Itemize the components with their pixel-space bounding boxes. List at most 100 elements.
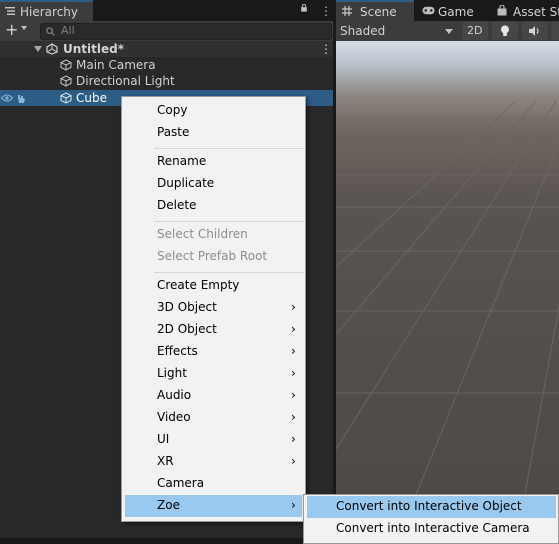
shopping-bag-icon: [497, 5, 507, 16]
unity-scene-icon: [46, 43, 58, 55]
hierarchy-item[interactable]: Directional Light: [0, 73, 333, 89]
panel-bottom-edge: [0, 538, 333, 544]
tab-hierarchy[interactable]: Hierarchy: [0, 0, 93, 21]
hierarchy-item-label: Cube: [76, 91, 107, 105]
effects-toggle-button[interactable]: [551, 22, 559, 40]
menu-item-ui[interactable]: UI ›: [125, 429, 302, 451]
menu-item-duplicate[interactable]: Duplicate: [125, 173, 302, 195]
chevron-right-icon: ›: [291, 322, 296, 336]
menu-item-label: Copy: [157, 103, 188, 117]
menu-item-xr[interactable]: XR ›: [125, 451, 302, 473]
search-input[interactable]: All: [40, 23, 332, 40]
audio-toggle-button[interactable]: [522, 22, 548, 40]
context-menu: Copy Paste Rename Duplicate Delete Selec…: [121, 96, 306, 522]
menu-item-effects[interactable]: Effects ›: [125, 341, 302, 363]
shading-mode-dropdown[interactable]: Shaded: [336, 21, 456, 41]
menu-item-3d-object[interactable]: 3D Object ›: [125, 297, 302, 319]
lighting-toggle-button[interactable]: [492, 22, 518, 40]
scene-options-icon[interactable]: ⋮: [320, 42, 332, 56]
chevron-right-icon: ›: [291, 300, 296, 314]
menu-item-label: Select Prefab Root: [157, 249, 268, 263]
menu-separator: [154, 221, 304, 222]
menu-item-select-prefab-root: Select Prefab Root: [125, 246, 302, 268]
menu-item-label: Video: [157, 410, 191, 424]
scene-ground-grid: [336, 100, 559, 544]
zoe-submenu: Convert into Interactive Object Convert …: [303, 494, 559, 544]
menu-item-paste[interactable]: Paste: [125, 122, 302, 144]
menu-item-label: Create Empty: [157, 278, 240, 292]
chevron-right-icon: ›: [291, 388, 296, 402]
lightbulb-icon: [501, 25, 509, 36]
chevron-right-icon: ›: [291, 366, 296, 380]
scene-viewport[interactable]: [336, 41, 559, 544]
menu-item-label: Audio: [157, 388, 192, 402]
menu-item-label: XR: [157, 454, 174, 468]
tab-scene[interactable]: Scene: [336, 0, 414, 21]
menu-item-audio[interactable]: Audio ›: [125, 385, 302, 407]
menu-item-delete[interactable]: Delete: [125, 195, 302, 217]
tab-game[interactable]: Game: [418, 0, 490, 21]
chevron-right-icon: ›: [291, 410, 296, 424]
hierarchy-item-label: Main Camera: [76, 58, 156, 72]
chevron-right-icon: ›: [291, 344, 296, 358]
toggle-2d-button[interactable]: 2D: [462, 22, 488, 40]
tab-game-label: Game: [438, 5, 474, 19]
tab-hierarchy-label: Hierarchy: [20, 5, 79, 19]
add-button[interactable]: +: [5, 20, 18, 39]
menu-item-convert-interactive-camera[interactable]: Convert into Interactive Camera: [307, 518, 556, 540]
shading-mode-label: Shaded: [340, 24, 386, 38]
menu-item-label: UI: [157, 432, 170, 446]
menu-item-label: Paste: [157, 125, 190, 139]
chevron-right-icon: ›: [291, 432, 296, 446]
cube-icon: [60, 92, 72, 104]
menu-item-label: Delete: [157, 198, 197, 212]
tab-scene-label: Scene: [360, 5, 397, 19]
chevron-down-icon[interactable]: [21, 26, 27, 30]
chevron-right-icon: ›: [291, 498, 296, 512]
menu-item-label: Light: [157, 366, 187, 380]
menu-item-label: Convert into Interactive Object: [336, 499, 522, 513]
speaker-icon: [529, 26, 539, 36]
hierarchy-options-menu-icon[interactable]: ⋮: [320, 4, 332, 18]
scene-name: Untitled*: [63, 42, 124, 56]
gamepad-icon: [422, 6, 435, 15]
menu-item-convert-interactive-object[interactable]: Convert into Interactive Object: [307, 496, 556, 518]
lock-icon[interactable]: [300, 4, 308, 12]
menu-separator: [154, 148, 304, 149]
chevron-right-icon: ›: [291, 454, 296, 468]
tab-asset-store-label: Asset St: [513, 5, 559, 19]
tab-asset-store[interactable]: Asset St: [494, 0, 559, 21]
menu-item-select-children: Select Children: [125, 224, 302, 246]
pick-hand-icon[interactable]: [16, 93, 26, 103]
cube-icon: [60, 75, 72, 87]
search-placeholder: All: [61, 24, 75, 37]
menu-item-light[interactable]: Light ›: [125, 363, 302, 385]
menu-item-label: Convert into Interactive Camera: [336, 521, 530, 535]
hierarchy-item[interactable]: Main Camera: [0, 57, 333, 73]
menu-item-label: Camera: [157, 476, 205, 490]
menu-item-copy[interactable]: Copy: [125, 100, 302, 122]
cube-icon: [60, 59, 72, 71]
menu-item-label: Rename: [157, 154, 207, 168]
grid-icon: [342, 6, 352, 16]
menu-item-video[interactable]: Video ›: [125, 407, 302, 429]
toggle-2d-label: 2D: [467, 24, 483, 37]
expand-arrow-icon[interactable]: [34, 46, 42, 52]
menu-item-label: 2D Object: [157, 322, 217, 336]
menu-separator: [154, 272, 304, 273]
scene-row[interactable]: Untitled* ⋮: [0, 41, 333, 57]
eye-icon[interactable]: [1, 94, 13, 102]
menu-item-label: Zoe: [157, 498, 180, 512]
menu-item-label: Duplicate: [157, 176, 215, 190]
list-icon: [5, 7, 15, 15]
menu-item-label: 3D Object: [157, 300, 217, 314]
menu-item-create-empty[interactable]: Create Empty: [125, 275, 302, 297]
menu-item-2d-object[interactable]: 2D Object ›: [125, 319, 302, 341]
menu-item-rename[interactable]: Rename: [125, 151, 302, 173]
hierarchy-item-label: Directional Light: [76, 74, 175, 88]
menu-item-zoe[interactable]: Zoe ›: [125, 495, 302, 517]
menu-item-label: Select Children: [157, 227, 248, 241]
search-icon: [46, 27, 55, 36]
chevron-down-icon: [445, 29, 453, 34]
menu-item-camera[interactable]: Camera: [125, 473, 302, 495]
